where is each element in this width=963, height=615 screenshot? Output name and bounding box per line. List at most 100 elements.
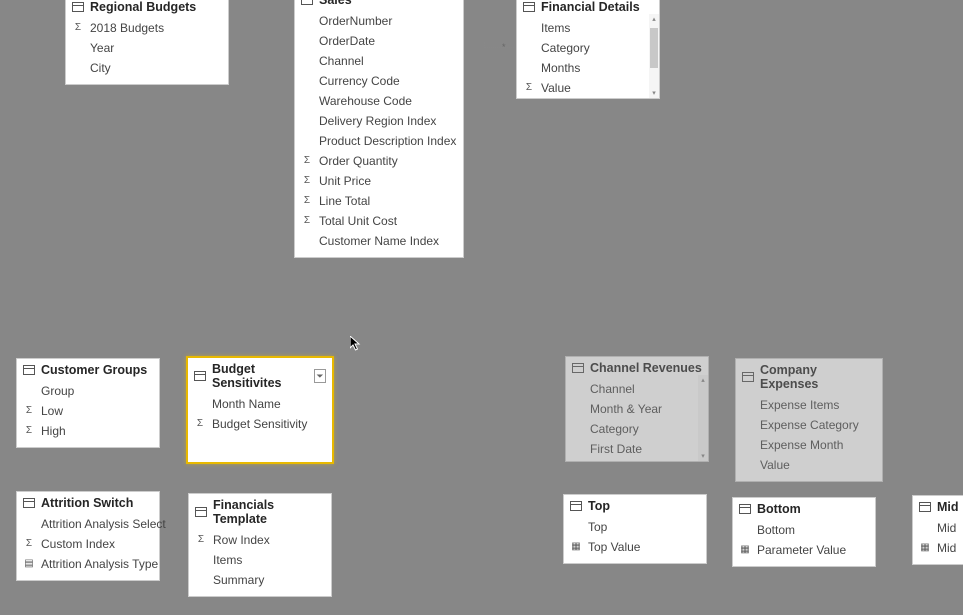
field-name: Custom Index [41, 536, 115, 552]
table-budget-sensitivities[interactable]: Budget Sensitivites ⏷ Month Name ΣBudget… [186, 356, 334, 464]
table-icon [523, 2, 535, 12]
field-row[interactable]: Channel [566, 379, 708, 399]
field-row[interactable]: ΣLow [17, 401, 159, 421]
field-row[interactable]: Channel [295, 51, 463, 71]
table-company-expenses[interactable]: Company Expenses Expense Items Expense C… [735, 358, 883, 482]
table-title: Sales [319, 0, 352, 7]
field-row[interactable]: Attrition Analysis Select [17, 514, 159, 534]
field-row[interactable]: Month Name [188, 394, 332, 414]
field-list: OrderNumber OrderDate Channel Currency C… [295, 9, 463, 257]
table-header: Top [564, 495, 706, 515]
field-name: Bottom [757, 522, 795, 538]
table-bottom[interactable]: Bottom Bottom ▦Parameter Value [732, 497, 876, 567]
field-name: Low [41, 403, 63, 419]
field-row[interactable]: Expense Month [736, 435, 882, 455]
scrollbar-thumb[interactable] [650, 28, 658, 68]
table-channel-revenues[interactable]: Channel Revenues Channel Month & Year Ca… [565, 356, 709, 462]
field-row[interactable]: Items [517, 18, 659, 38]
hierarchy-icon: ▤ [23, 558, 35, 570]
field-row[interactable]: Top [564, 517, 706, 537]
calc-icon: ▦ [570, 541, 582, 553]
field-name: Category [590, 421, 639, 437]
field-row[interactable]: ▦Mid [913, 538, 963, 558]
scrollbar[interactable]: ▴ ▾ [698, 375, 708, 461]
field-row[interactable]: Warehouse Code [295, 91, 463, 111]
field-name: Month & Year [590, 401, 662, 417]
scrollbar[interactable]: ▴ ▾ [649, 14, 659, 98]
field-row[interactable]: Σ2018 Budgets [66, 18, 228, 38]
field-row[interactable]: ▦Top Value [564, 537, 706, 557]
field-name: Parameter Value [757, 542, 846, 558]
table-header: Attrition Switch [17, 492, 159, 512]
field-row[interactable]: Year [66, 38, 228, 58]
field-row[interactable]: Items [189, 550, 331, 570]
field-name: Summary [213, 572, 264, 588]
field-row[interactable]: Month & Year [566, 399, 708, 419]
table-title: Attrition Switch [41, 496, 133, 510]
table-icon [572, 363, 584, 373]
scroll-up-icon[interactable]: ▴ [649, 14, 659, 24]
field-row[interactable]: OrderDate [295, 31, 463, 51]
mouse-cursor-icon [350, 336, 362, 352]
field-row[interactable]: ΣValue [517, 78, 659, 98]
table-header: Budget Sensitivites ⏷ [188, 358, 332, 392]
table-header: Company Expenses [736, 359, 882, 393]
cardinality-star: * [502, 42, 506, 52]
table-regional-budgets[interactable]: Regional Budgets Σ2018 Budgets Year City [65, 0, 229, 85]
scroll-up-icon[interactable]: ▴ [698, 375, 708, 385]
field-row[interactable]: Summary [189, 570, 331, 590]
table-top[interactable]: Top Top ▦Top Value [563, 494, 707, 564]
scroll-down-icon[interactable]: ▾ [649, 88, 659, 98]
collapse-icon[interactable]: ⏷ [314, 369, 326, 383]
field-row[interactable]: ΣLine Total [295, 191, 463, 211]
field-name: Mid [937, 520, 956, 536]
field-name: Line Total [319, 193, 370, 209]
table-financial-details[interactable]: Financial Details Items Category Months … [516, 0, 660, 99]
table-title: Financial Details [541, 0, 640, 14]
table-header: Financials Template [189, 494, 331, 528]
field-row[interactable]: ▦Parameter Value [733, 540, 875, 560]
field-row[interactable]: Category [517, 38, 659, 58]
table-title: Channel Revenues [590, 361, 702, 375]
table-icon [72, 2, 84, 12]
field-row[interactable]: ΣBudget Sensitivity [188, 414, 332, 434]
field-row[interactable]: ΣOrder Quantity [295, 151, 463, 171]
field-name: Attrition Analysis Select [41, 516, 166, 532]
table-sales[interactable]: Sales OrderNumber OrderDate Channel Curr… [294, 0, 464, 258]
field-row[interactable]: Group [17, 381, 159, 401]
field-row[interactable]: ΣHigh [17, 421, 159, 441]
scroll-down-icon[interactable]: ▾ [698, 451, 708, 461]
field-row[interactable]: Mid [913, 518, 963, 538]
field-row[interactable]: ΣCustom Index [17, 534, 159, 554]
field-row[interactable]: Months [517, 58, 659, 78]
table-icon [739, 504, 751, 514]
field-row[interactable]: Customer Name Index [295, 231, 463, 251]
table-title: Bottom [757, 502, 801, 516]
field-row[interactable]: First Date [566, 439, 708, 459]
field-row[interactable]: Delivery Region Index [295, 111, 463, 131]
table-icon [742, 372, 754, 382]
field-row[interactable]: ΣTotal Unit Cost [295, 211, 463, 231]
field-row[interactable]: Value [736, 455, 882, 475]
field-row[interactable]: OrderNumber [295, 11, 463, 31]
field-row[interactable]: Category [566, 419, 708, 439]
field-row[interactable]: ΣUnit Price [295, 171, 463, 191]
table-financials-template[interactable]: Financials Template ΣRow Index Items Sum… [188, 493, 332, 597]
table-header: Regional Budgets [66, 0, 228, 16]
field-row[interactable]: Currency Code [295, 71, 463, 91]
table-icon [194, 371, 206, 381]
field-name: Currency Code [319, 73, 400, 89]
field-row[interactable]: City [66, 58, 228, 78]
field-row[interactable]: ▤Attrition Analysis Type [17, 554, 159, 574]
field-row[interactable]: Expense Category [736, 415, 882, 435]
table-customer-groups[interactable]: Customer Groups Group ΣLow ΣHigh [16, 358, 160, 448]
field-list: Items Category Months ΣValue [517, 16, 659, 104]
field-row[interactable]: Product Description Index [295, 131, 463, 151]
field-name: Channel [590, 381, 635, 397]
field-row[interactable]: Expense Items [736, 395, 882, 415]
field-row[interactable]: Bottom [733, 520, 875, 540]
table-mid[interactable]: Mid Mid ▦Mid [912, 495, 963, 565]
field-list: Month Name ΣBudget Sensitivity [188, 392, 332, 440]
field-row[interactable]: ΣRow Index [189, 530, 331, 550]
table-attrition-switch[interactable]: Attrition Switch Attrition Analysis Sele… [16, 491, 160, 581]
